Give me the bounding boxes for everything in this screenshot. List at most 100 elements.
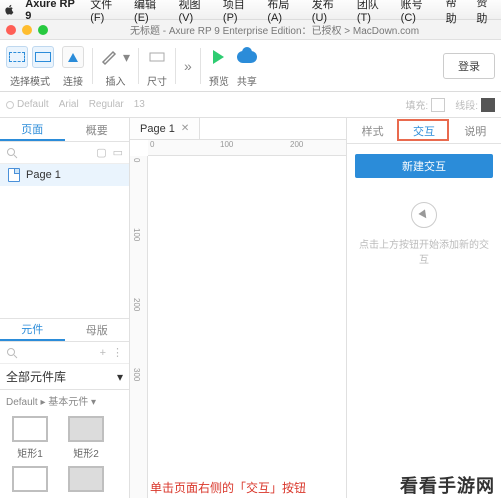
connect-label: 连接 [63, 73, 83, 88]
tab-widgets[interactable]: 元件 [0, 319, 65, 341]
menu-edit[interactable]: 编辑(E) [134, 0, 168, 24]
ruler-tick: 200 [290, 140, 303, 149]
tool-preview[interactable]: 预览 [209, 43, 229, 88]
menu-layout[interactable]: 布局(A) [267, 0, 301, 24]
ruler-tick: 100 [132, 228, 141, 241]
line-control[interactable]: 线段: [455, 97, 495, 112]
main-toolbar: 选择模式 连接 ▾ 插入 尺寸 » 预览 共享 登录 [0, 40, 501, 92]
style-property-bar: Default Arial Regular 13 填充: 线段: [0, 92, 501, 118]
tutorial-annotation: 单击页面右侧的「交互」按钮 [150, 479, 306, 496]
toolbar-separator [200, 48, 201, 84]
tab-pages[interactable]: 页面 [0, 118, 65, 141]
fill-control[interactable]: 填充: [405, 97, 445, 112]
page-tree-item[interactable]: Page 1 [0, 164, 129, 186]
toolbar-separator [175, 48, 176, 84]
ruler-tick: 100 [220, 140, 233, 149]
fill-swatch-icon [431, 98, 445, 112]
tool-select-mode[interactable]: 选择模式 [6, 43, 54, 88]
add-page-icon[interactable]: ▢ [96, 146, 106, 159]
new-interaction-button[interactable]: 新建交互 [355, 154, 493, 178]
library-group[interactable]: Default ▸ 基本元件 ▾ [0, 390, 129, 410]
rect-filled-icon [68, 416, 104, 442]
chevron-down-icon: ▾ [123, 49, 130, 66]
font-size-input[interactable]: 13 [134, 99, 145, 110]
dims-icon [148, 48, 166, 66]
menu-account[interactable]: 账号(C) [401, 0, 436, 24]
login-button[interactable]: 登录 [443, 53, 495, 79]
widget-rect2[interactable]: 矩形2 [62, 416, 110, 460]
tab-notes[interactable]: 说明 [450, 118, 501, 143]
insert-label: 插入 [106, 73, 126, 88]
tool-share[interactable]: 共享 [237, 43, 257, 88]
widget-label: 矩形1 [17, 445, 43, 460]
ruler-tick: 300 [132, 368, 141, 381]
rect-outline-icon [12, 416, 48, 442]
left-panel: 页面 概要 ▢ ▭ Page 1 元件 母版 + ⋮ 全部元件库▾ Defaul… [0, 118, 130, 498]
tool-insert[interactable]: ▾ 插入 [101, 43, 130, 88]
cursor-click-icon [411, 202, 437, 228]
add-folder-icon[interactable]: ▭ [113, 146, 123, 159]
toolbar-separator [92, 48, 93, 84]
window-titlebar: 无标题 - Axure RP 9 Enterprise Edition：已授权 … [0, 20, 501, 40]
search-icon[interactable] [6, 147, 18, 159]
rect-outline-icon [12, 466, 48, 492]
menu-team[interactable]: 团队(T) [357, 0, 391, 24]
menu-file[interactable]: 文件(F) [90, 0, 124, 24]
tool-dims[interactable]: 尺寸 [147, 43, 167, 88]
cloud-icon [237, 51, 257, 63]
rect-filled-icon [68, 466, 104, 492]
watermark-brand: 看看手游网 [400, 472, 495, 498]
preview-label: 预览 [209, 73, 229, 88]
widget-label: 矩形2 [73, 445, 99, 460]
font-family-select[interactable]: Arial [59, 99, 79, 110]
page-icon [8, 168, 20, 182]
menubar-app-name[interactable]: Axure RP 9 [25, 0, 80, 22]
inspector-panel: 样式 交互 说明 新建交互 点击上方按钮开始添加新的交互 [346, 118, 501, 498]
canvas-tab-label: Page 1 [140, 123, 175, 135]
empty-hint-text: 点击上方按钮开始添加新的交互 [355, 236, 493, 266]
tab-interactions[interactable]: 交互 [398, 118, 449, 143]
widget-placeholder[interactable] [6, 466, 54, 492]
minimize-window-icon[interactable] [22, 25, 32, 35]
add-library-icon[interactable]: + [100, 347, 106, 359]
ruler-horizontal: 0 100 200 [148, 140, 346, 156]
tab-masters[interactable]: 母版 [65, 319, 130, 341]
tool-connect[interactable]: 连接 [62, 43, 84, 88]
widget-rect1[interactable]: 矩形1 [6, 416, 54, 460]
macos-menubar: Axure RP 9 文件(F) 编辑(E) 视图(V) 项目(P) 布局(A)… [0, 0, 501, 20]
design-canvas[interactable] [148, 156, 346, 498]
canvas-tab[interactable]: Page 1 ✕ [130, 118, 200, 139]
dims-label: 尺寸 [147, 73, 167, 88]
library-menu-icon[interactable]: ⋮ [112, 346, 123, 359]
apple-icon [4, 4, 15, 16]
ruler-tick: 0 [150, 140, 154, 149]
overflow-icon[interactable]: » [184, 58, 192, 74]
share-label: 共享 [237, 73, 257, 88]
search-icon[interactable] [6, 347, 18, 359]
close-window-icon[interactable] [6, 25, 16, 35]
ruler-tick: 0 [132, 158, 141, 162]
window-title: 无标题 - Axure RP 9 Enterprise Edition：已授权 … [54, 22, 495, 37]
interactions-empty-state: 点击上方按钮开始添加新的交互 [347, 188, 501, 280]
toolbar-separator [138, 48, 139, 84]
page-tree-label: Page 1 [26, 169, 61, 181]
pen-icon [101, 48, 119, 66]
close-tab-icon[interactable]: ✕ [181, 123, 189, 134]
zoom-window-icon[interactable] [38, 25, 48, 35]
menu-project[interactable]: 项目(P) [223, 0, 257, 24]
select-mode-label: 选择模式 [10, 73, 50, 88]
chevron-down-icon: ▾ [117, 370, 123, 384]
canvas-area: Page 1 ✕ 0 100 200 0 100 200 300 [130, 118, 346, 498]
library-select[interactable]: 全部元件库▾ [0, 364, 129, 390]
font-weight-select[interactable]: Regular [89, 99, 124, 110]
ruler-vertical: 0 100 200 300 [130, 156, 148, 498]
ruler-tick: 200 [132, 298, 141, 311]
widget-placeholder[interactable] [62, 466, 110, 492]
tab-outline[interactable]: 概要 [65, 118, 130, 141]
play-icon [213, 50, 224, 64]
tab-style[interactable]: 样式 [347, 118, 398, 143]
line-swatch-icon [481, 98, 495, 112]
menu-publish[interactable]: 发布(U) [312, 0, 347, 24]
menu-view[interactable]: 视图(V) [178, 0, 212, 24]
widget-style-select[interactable]: Default [6, 99, 49, 110]
